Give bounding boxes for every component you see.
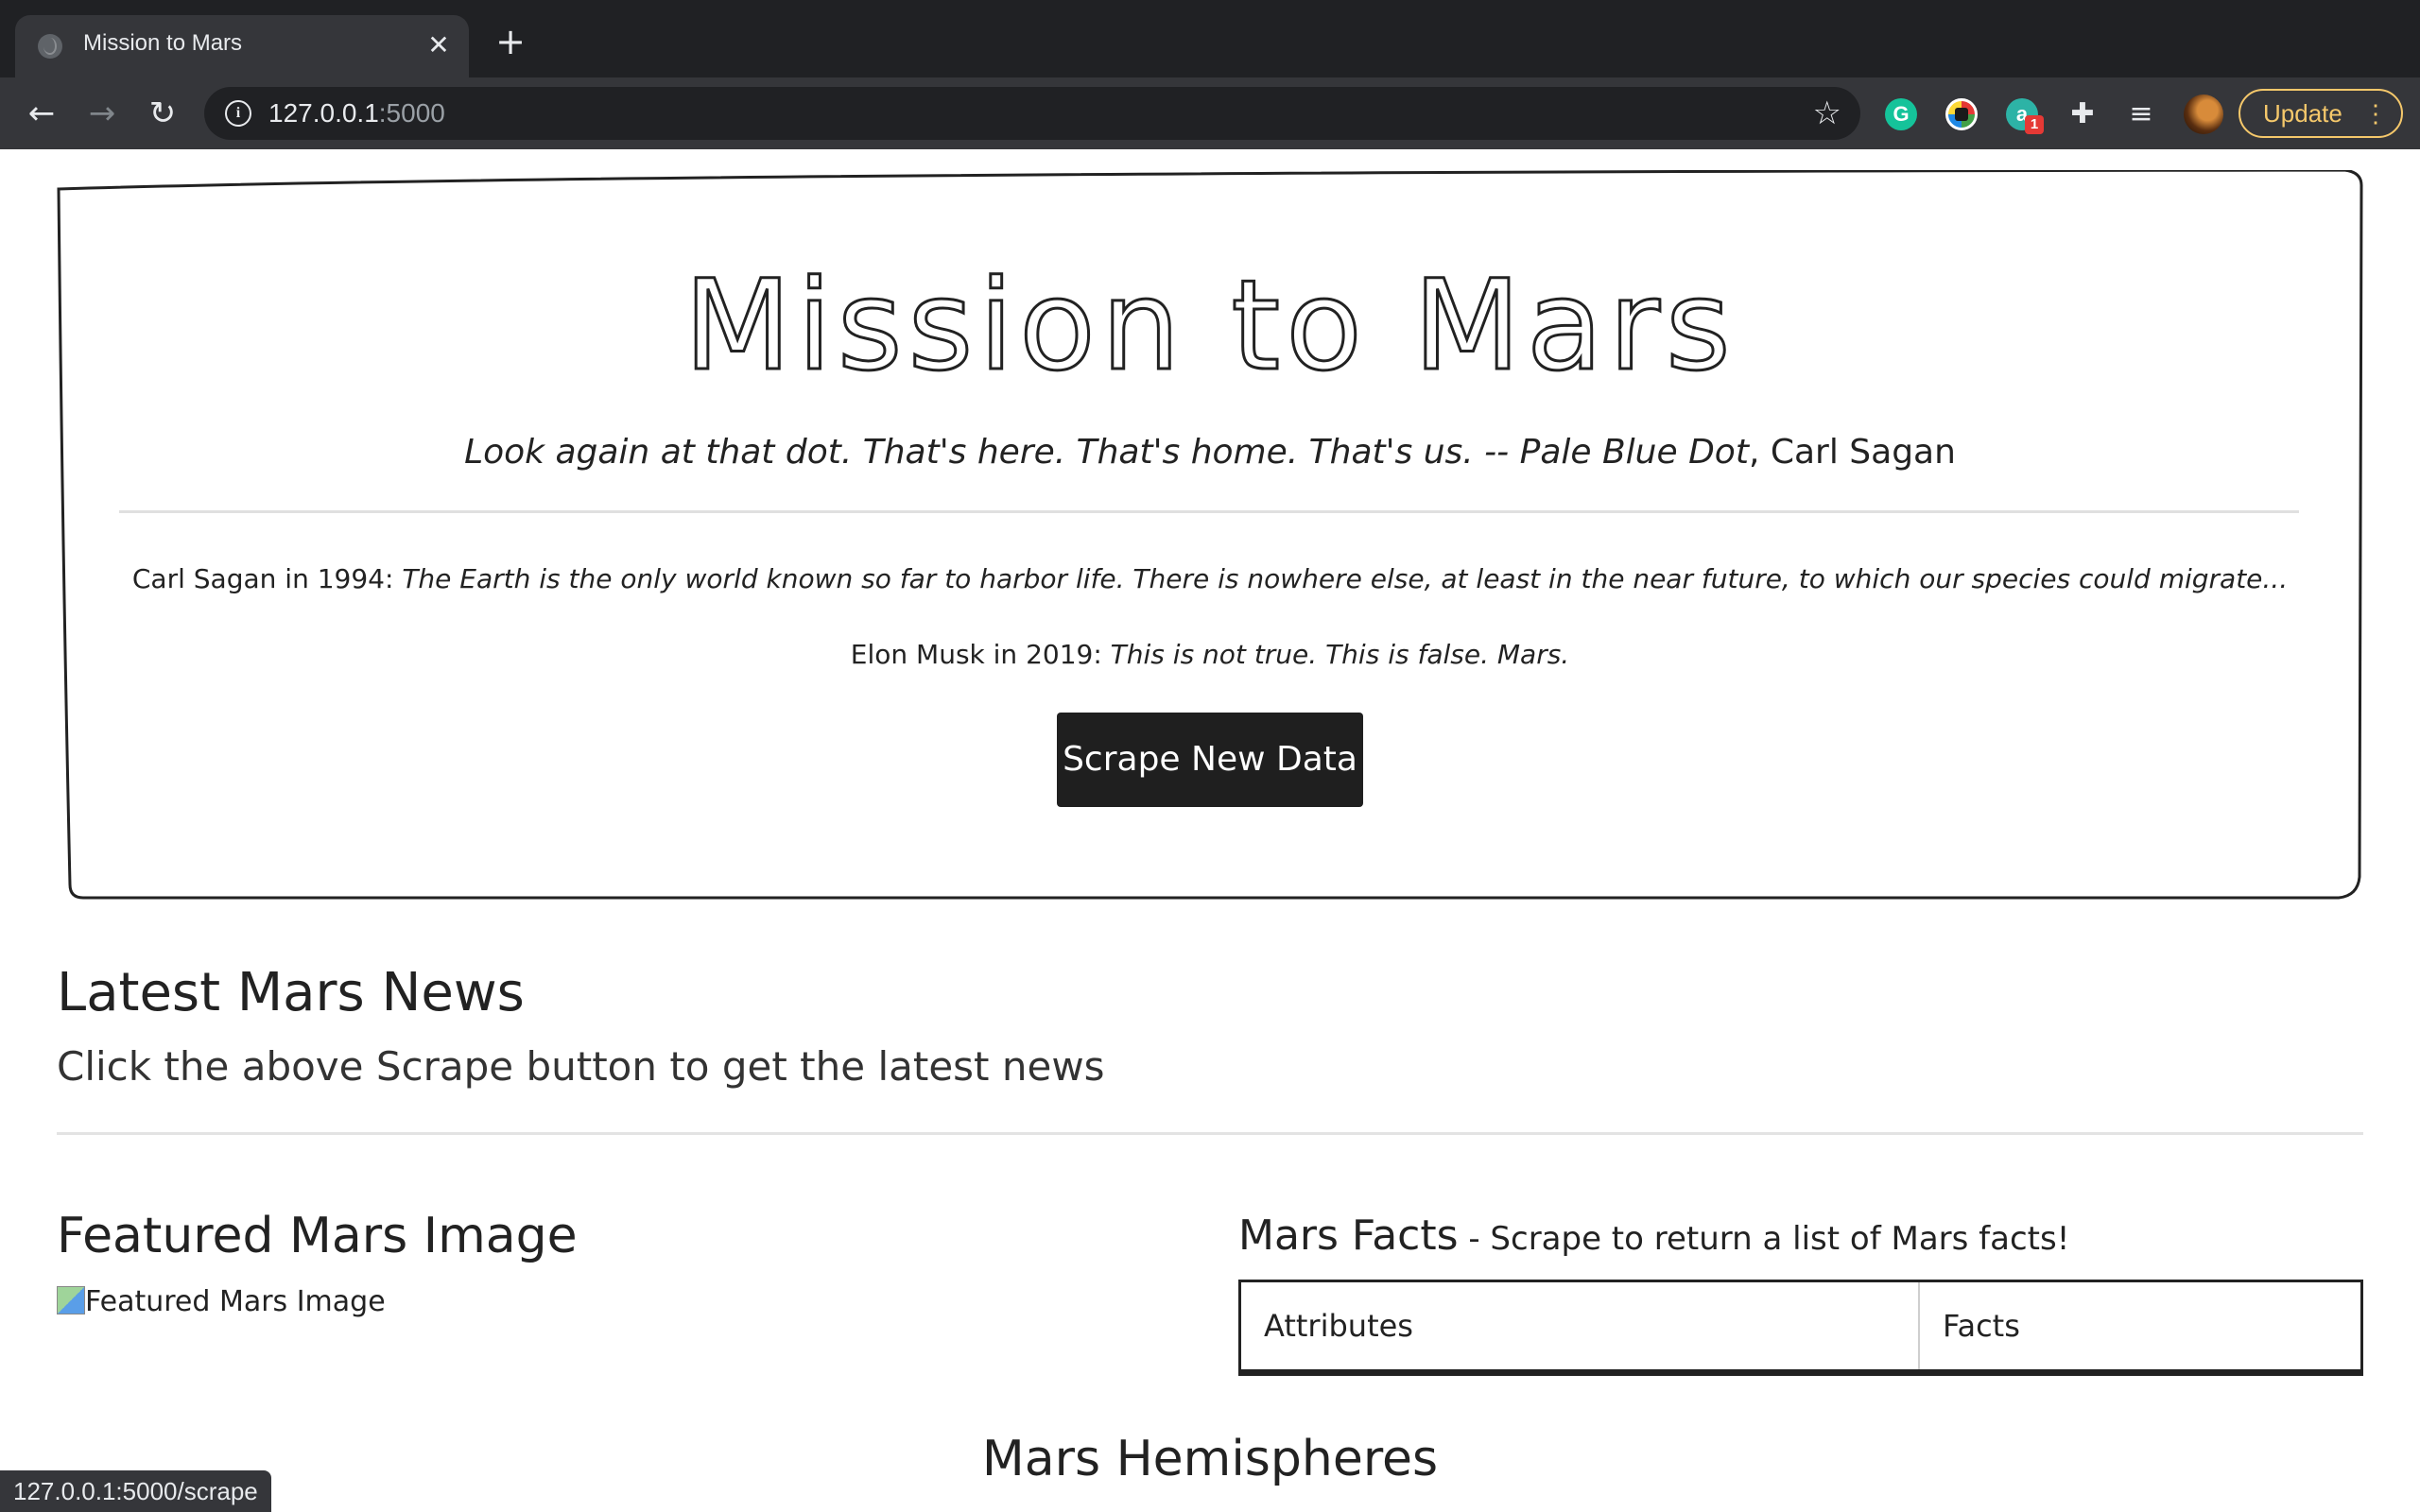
jumbotron: Mission to Mars Look again at that dot. … (57, 170, 2363, 900)
broken-image-icon (57, 1286, 85, 1314)
divider (119, 510, 2299, 513)
media-queue-icon[interactable]: ≡ (2125, 98, 2157, 130)
back-button[interactable]: ← (19, 91, 64, 136)
puzzle-extensions-icon[interactable]: ✚ (2066, 98, 2099, 130)
forward-button[interactable]: → (79, 91, 125, 136)
featured-image-heading: Featured Mars Image (57, 1208, 578, 1264)
info-icon[interactable]: i (225, 100, 251, 127)
extension-badge-count: 1 (2025, 115, 2044, 134)
column-divider (1918, 1282, 1920, 1369)
latest-news-text: Click the above Scrape button to get the… (57, 1043, 1105, 1090)
address-bar[interactable]: i 127.0.0.1:5000 ☆ (204, 87, 1860, 140)
update-button[interactable]: Update ⋮ (2238, 89, 2403, 138)
color-extension-icon[interactable] (1945, 98, 1978, 130)
sagan-quote: Look again at that dot. That's here. Tha… (464, 433, 1956, 472)
browser-tab[interactable]: Mission to Mars ✕ (15, 15, 469, 77)
new-tab-button[interactable]: + (490, 21, 531, 62)
sagan-1994-quote: Carl Sagan in 1994: The Earth is the onl… (131, 563, 2289, 594)
scrape-new-data-button[interactable]: Scrape New Data (1057, 713, 1363, 807)
bookmark-star-icon[interactable]: ☆ (1813, 93, 1841, 134)
kebab-menu-icon[interactable]: ⋮ (2363, 91, 2388, 136)
grammarly-extension-icon[interactable]: G (1885, 98, 1917, 130)
url-text[interactable]: 127.0.0.1:5000 (268, 98, 445, 129)
browser-toolbar: ← → ↻ i 127.0.0.1:5000 ☆ G a 1 ✚ ≡ Updat… (0, 77, 2420, 150)
tab-title: Mission to Mars (83, 30, 243, 56)
table-header-facts: Facts (1943, 1308, 2020, 1344)
hemispheres-heading: Mars Hemispheres (981, 1431, 1439, 1487)
musk-2019-quote: Elon Musk in 2019: This is not true. Thi… (850, 639, 1570, 670)
page-title: Mission to Mars (683, 252, 1737, 401)
latest-news-heading: Latest Mars News (57, 962, 525, 1023)
link-status-bar: 127.0.0.1:5000/scrape (0, 1470, 271, 1512)
featured-image: Featured Mars Image (57, 1285, 386, 1318)
globe-icon (38, 34, 62, 59)
mars-facts-heading: Mars Facts - Scrape to return a list of … (1238, 1211, 2070, 1260)
profile-avatar[interactable] (2184, 94, 2223, 134)
reload-button[interactable]: ↻ (140, 91, 185, 136)
close-icon[interactable]: ✕ (420, 26, 458, 64)
divider (57, 1132, 2363, 1135)
page-content: Mission to Mars Look again at that dot. … (0, 149, 2420, 1512)
table-header-attributes: Attributes (1264, 1308, 1413, 1344)
browser-tab-strip: Mission to Mars ✕ + (0, 0, 2420, 77)
badge-extension-icon[interactable]: a 1 (2006, 98, 2044, 134)
mars-facts-table: Attributes Facts (1238, 1280, 2363, 1376)
